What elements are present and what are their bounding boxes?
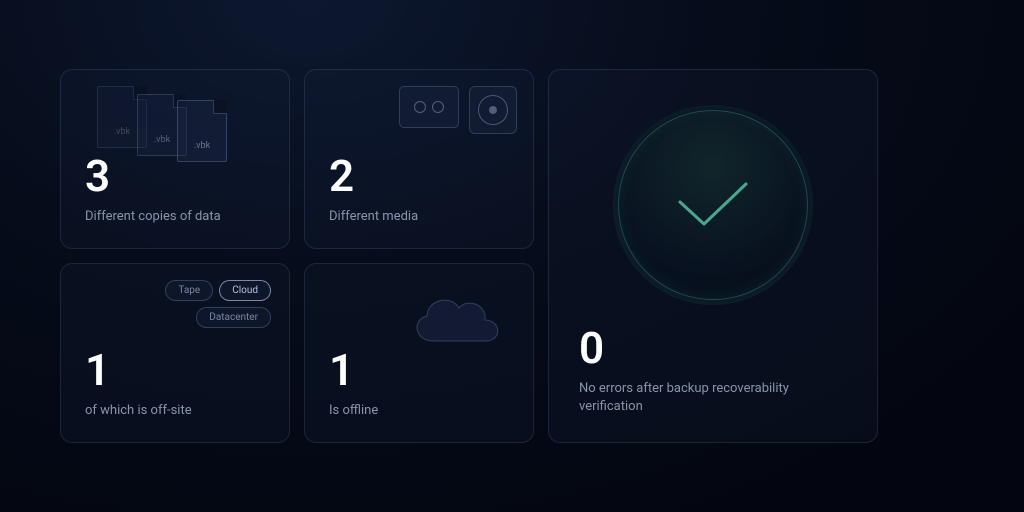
stat-grid: .vbk .vbk .vbk 3 Different copies of dat… [60,69,534,443]
checkmark-icon [618,110,808,300]
stat-value: 1 [85,348,265,392]
stat-label: Different media [329,208,509,226]
file-ext-label: .vbk [194,141,210,151]
pill-datacenter: Datacenter [196,307,271,328]
file-ext-label: .vbk [114,127,130,137]
file-icon: .vbk [177,100,227,162]
stat-value: 0 [579,326,847,370]
media-icons [399,86,517,134]
file-ext-label: .vbk [154,135,170,145]
stat-label: of which is off-site [85,402,265,420]
card-verification: 0 No errors after backup recoverability … [548,69,878,443]
card-media: 2 Different media [304,69,534,249]
vbk-files-icon: .vbk .vbk .vbk [107,82,277,162]
tape-icon [399,86,459,128]
stat-value: 2 [329,154,509,198]
stat-label: No errors after backup recoverability ve… [579,380,799,416]
cloud-icon [403,286,513,360]
pill-tape: Tape [165,280,213,301]
disc-icon [469,86,517,134]
card-offline: 1 Is offline [304,263,534,443]
pill-cloud: Cloud [219,280,271,301]
dashboard-wrap: .vbk .vbk .vbk 3 Different copies of dat… [0,69,1024,443]
offsite-pills: Tape Cloud Datacenter [131,280,271,328]
stat-label: Is offline [329,402,509,420]
card-copies: .vbk .vbk .vbk 3 Different copies of dat… [60,69,290,249]
card-offsite: Tape Cloud Datacenter 1 of which is off-… [60,263,290,443]
stat-label: Different copies of data [85,208,265,226]
